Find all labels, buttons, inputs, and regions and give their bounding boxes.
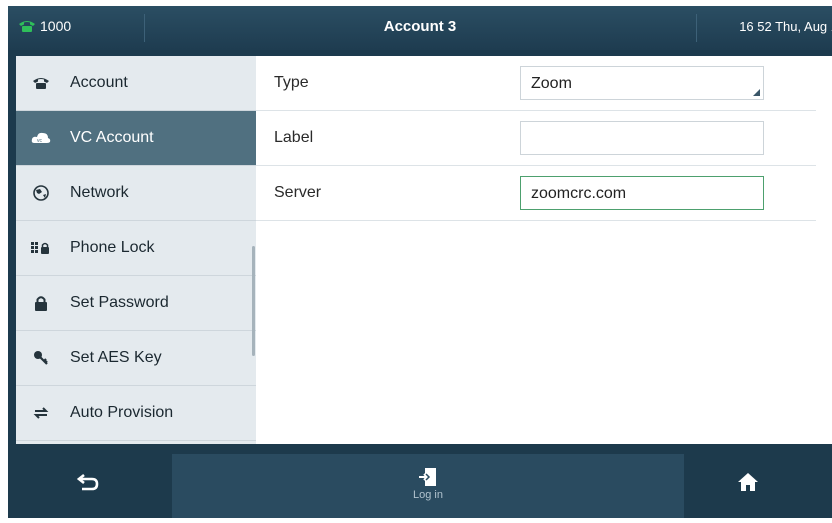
dropdown-corner-icon <box>753 89 760 96</box>
status-bar: 1000 Account 3 16 52 Thu, Aug 1 <box>8 6 832 50</box>
sidebar-scrollbar[interactable] <box>252 246 255 356</box>
divider <box>696 14 697 42</box>
type-select[interactable]: Zoom <box>520 66 764 100</box>
globe-icon <box>30 184 52 202</box>
label-row: Label <box>256 111 816 166</box>
sidebar-item-label: Account <box>70 74 128 91</box>
server-label: Server <box>274 184 322 201</box>
phone-icon <box>30 74 52 92</box>
sidebar-item-set-password[interactable]: Set Password <box>16 276 256 331</box>
sidebar-item-label: Network <box>70 184 129 201</box>
type-row: Type Zoom <box>256 56 816 111</box>
type-value: Zoom <box>531 75 572 92</box>
lock-keypad-icon <box>30 239 52 257</box>
sidebar-item-label: Set Password <box>70 294 169 311</box>
sync-arrows-icon <box>30 404 52 422</box>
key-icon <box>30 349 52 367</box>
login-button[interactable]: Log in <box>378 460 478 508</box>
softkey-center: Log in <box>172 454 684 518</box>
sidebar-item-phone-lock[interactable]: Phone Lock <box>16 221 256 276</box>
home-button[interactable] <box>708 462 788 502</box>
sidebar-item-label: Auto Provision <box>70 404 174 421</box>
sidebar-item-label: Phone Lock <box>70 239 155 256</box>
padlock-icon <box>30 294 52 312</box>
login-icon <box>419 468 436 486</box>
sidebar-item-vc-account[interactable]: vc VC Account <box>16 111 256 166</box>
back-arrow-icon <box>77 473 99 491</box>
date-time: 16 52 Thu, Aug 1 <box>739 19 832 34</box>
label-label: Label <box>274 129 314 146</box>
label-input[interactable] <box>520 121 764 155</box>
sidebar-item-label: Set AES Key <box>70 349 162 366</box>
settings-panel: Type Zoom Label Server zoomcrc.com <box>256 56 832 444</box>
home-icon <box>738 473 758 491</box>
vc-icon: vc <box>30 129 52 147</box>
softkey-bar: Log in <box>8 444 832 518</box>
back-button[interactable] <box>48 462 128 502</box>
sidebar-item-set-aes-key[interactable]: Set AES Key <box>16 331 256 386</box>
phone-screen: 1000 Account 3 16 52 Thu, Aug 1 Account … <box>8 6 832 518</box>
sidebar-item-label: VC Account <box>70 129 154 146</box>
server-input[interactable]: zoomcrc.com <box>520 176 764 210</box>
page-title: Account 3 <box>383 18 457 35</box>
sidebar-item-network[interactable]: Network <box>16 166 256 221</box>
sidebar: Account vc VC Account Network Phone Lock… <box>16 56 256 444</box>
svg-text:vc: vc <box>37 138 43 144</box>
type-label: Type <box>274 74 309 91</box>
login-label: Log in <box>413 489 443 501</box>
sidebar-item-account[interactable]: Account <box>16 56 256 111</box>
server-row: Server zoomcrc.com <box>256 166 816 221</box>
server-value: zoomcrc.com <box>531 185 627 202</box>
sidebar-item-auto-provision[interactable]: Auto Provision <box>16 386 256 441</box>
